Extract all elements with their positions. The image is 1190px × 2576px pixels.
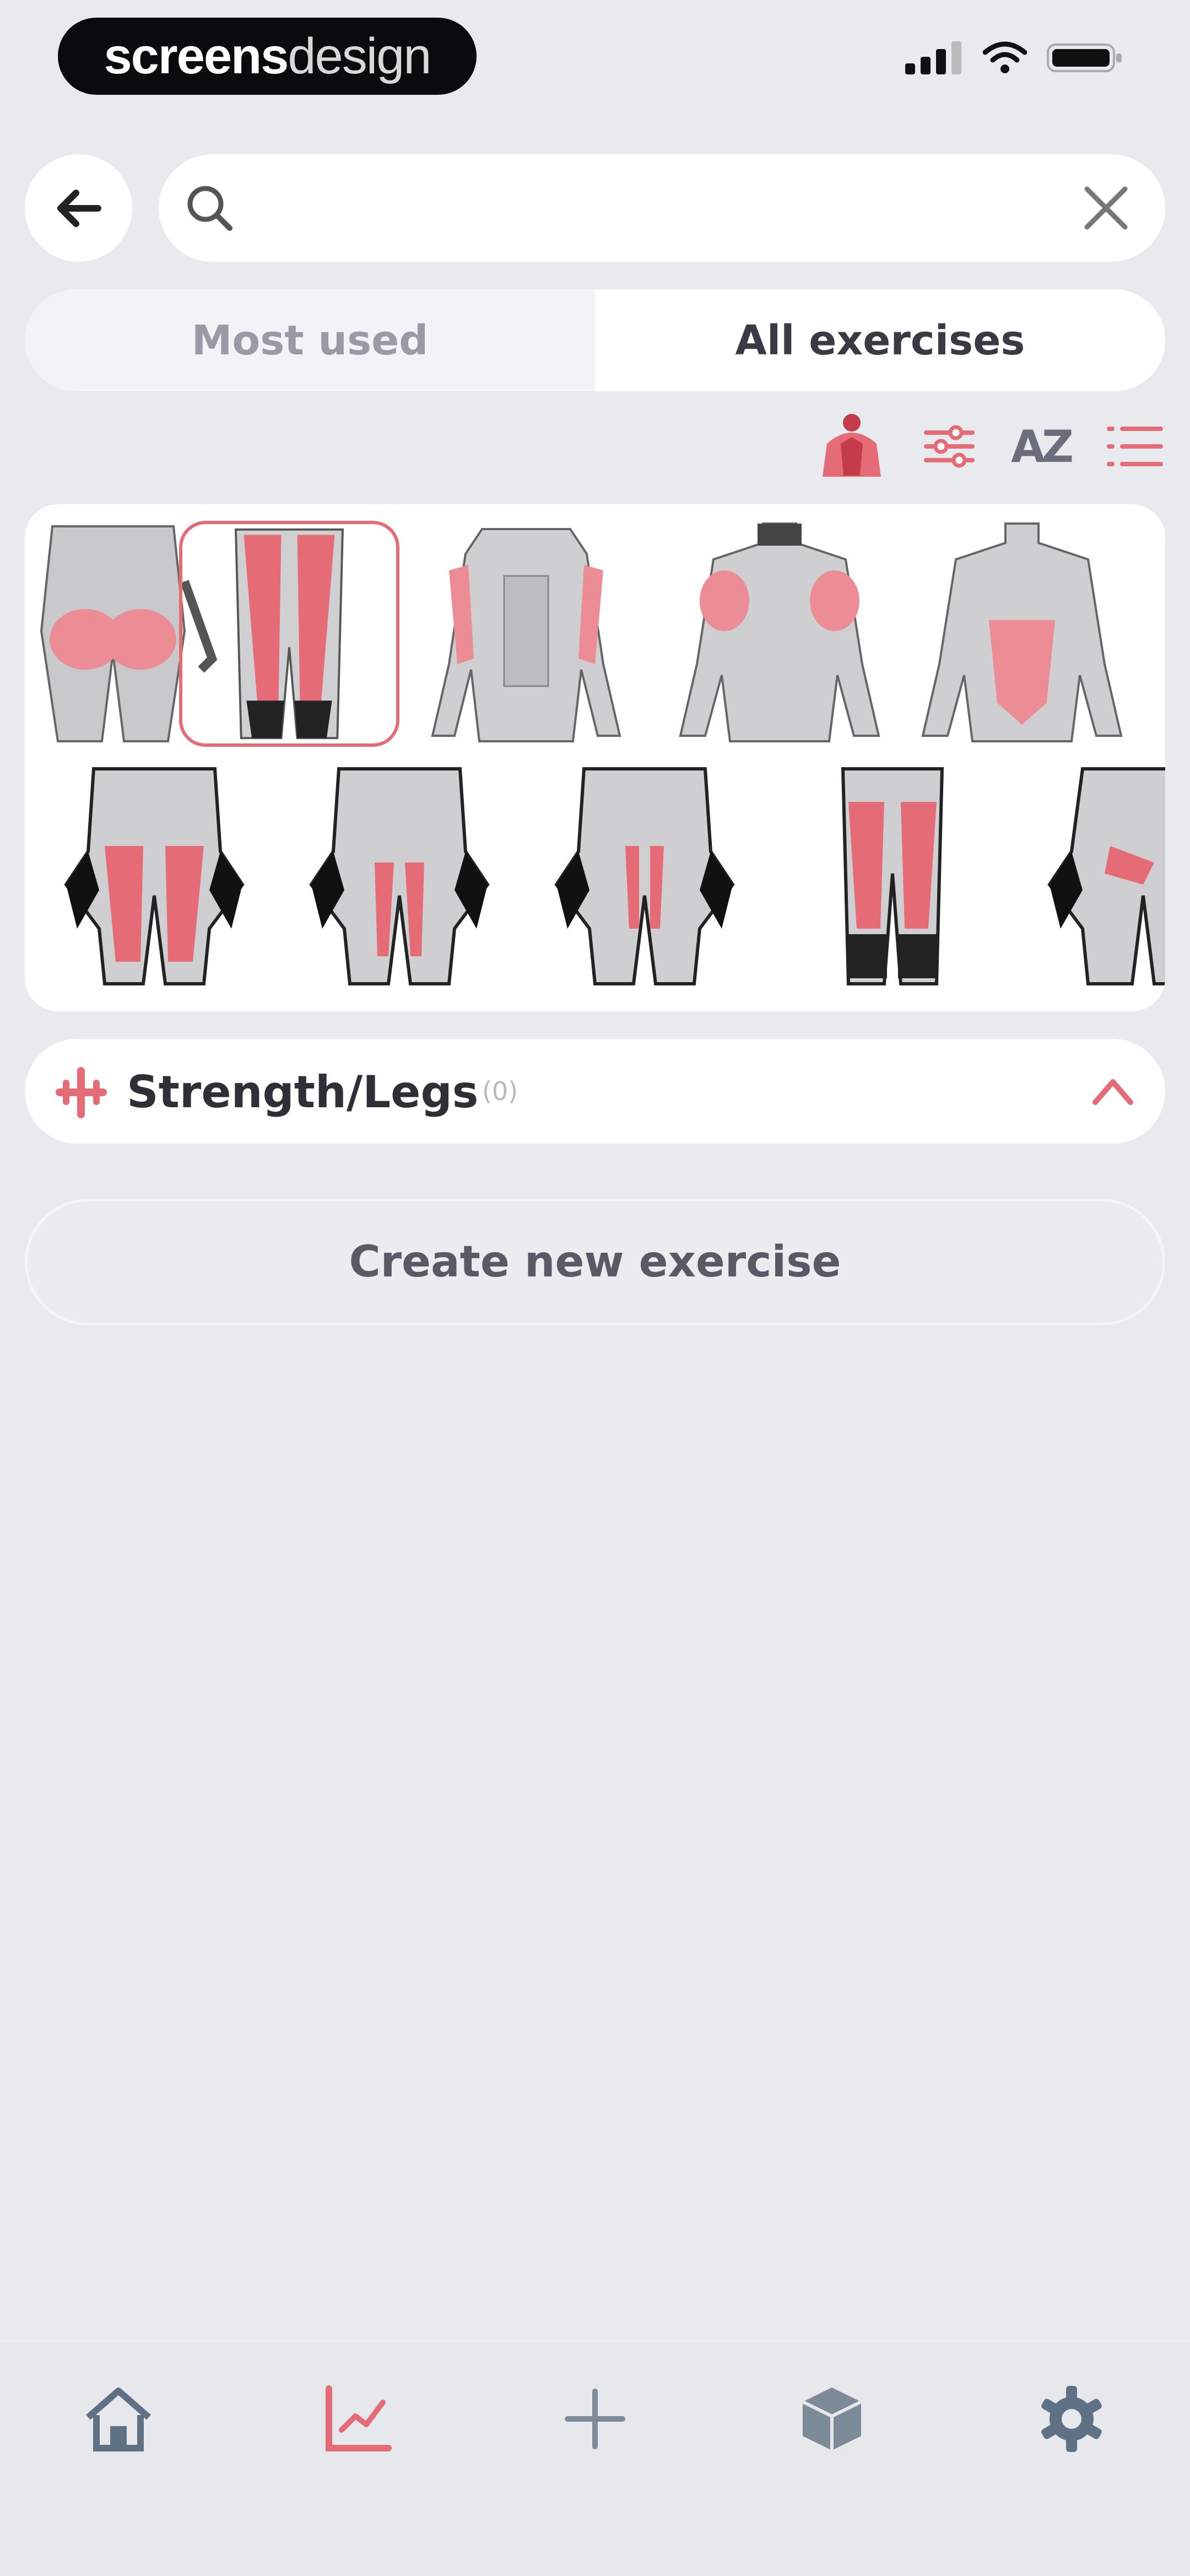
bottom-nav: [0, 2340, 1190, 2576]
search-icon: [187, 186, 232, 231]
exercise-group-header[interactable]: Strength/Legs (0): [25, 1039, 1165, 1144]
nav-settings[interactable]: [1027, 2375, 1116, 2463]
chevron-up-icon[interactable]: [1091, 1072, 1135, 1111]
nav-home[interactable]: [74, 2375, 163, 2463]
muscle-arms-front[interactable]: [416, 521, 636, 747]
search-input[interactable]: [241, 176, 1070, 241]
muscle-group-grid: [25, 504, 1165, 1011]
muscle-quads-front[interactable]: [179, 521, 399, 747]
plus-icon: [565, 2389, 625, 2449]
dumbbell-icon: [56, 1067, 107, 1118]
battery-icon: [1047, 44, 1122, 72]
status-bar: screens design: [0, 0, 1190, 127]
filter-sliders-icon[interactable]: [922, 419, 977, 474]
muscle-outer-thigh[interactable]: [44, 763, 264, 989]
nav-add[interactable]: [551, 2375, 639, 2463]
muscle-calves[interactable]: [782, 763, 1003, 989]
muscle-body-icon[interactable]: [816, 411, 888, 482]
tab-most-used[interactable]: Most used: [25, 289, 595, 391]
stats-chart-icon: [326, 2385, 392, 2451]
nav-stats[interactable]: [314, 2375, 402, 2463]
cube-icon: [802, 2388, 862, 2450]
home-icon: [86, 2388, 151, 2451]
status-icons: [905, 41, 1124, 74]
nav-cube[interactable]: [788, 2375, 876, 2463]
muscle-inner-thigh[interactable]: [289, 763, 510, 989]
toolbar: AZ: [816, 411, 1165, 482]
group-title: Strength/Legs: [127, 1066, 479, 1118]
close-icon[interactable]: [1083, 185, 1129, 231]
muscle-hip-flexors[interactable]: [1027, 763, 1165, 989]
search-bar[interactable]: [159, 154, 1165, 262]
brand-logo: screens design: [58, 18, 477, 95]
arrow-left-icon: [57, 189, 101, 227]
back-button[interactable]: [25, 154, 132, 262]
muscle-shoulders-back[interactable]: [669, 521, 890, 747]
sort-az-icon[interactable]: AZ: [1011, 421, 1074, 472]
exercise-tabs: Most used All exercises: [25, 289, 1165, 391]
muscle-adductors[interactable]: [534, 763, 755, 989]
tab-all-exercises[interactable]: All exercises: [595, 289, 1165, 391]
muscle-abs-front[interactable]: [912, 521, 1132, 747]
brand-bold: screens: [104, 28, 289, 84]
gear-icon: [1041, 2386, 1102, 2452]
wifi-icon: [983, 41, 1027, 73]
brand-light: design: [288, 28, 431, 84]
signal-icon: [905, 41, 961, 74]
create-new-exercise-button[interactable]: Create new exercise: [25, 1199, 1165, 1325]
group-count: (0): [482, 1076, 518, 1106]
list-view-icon[interactable]: [1105, 419, 1165, 474]
